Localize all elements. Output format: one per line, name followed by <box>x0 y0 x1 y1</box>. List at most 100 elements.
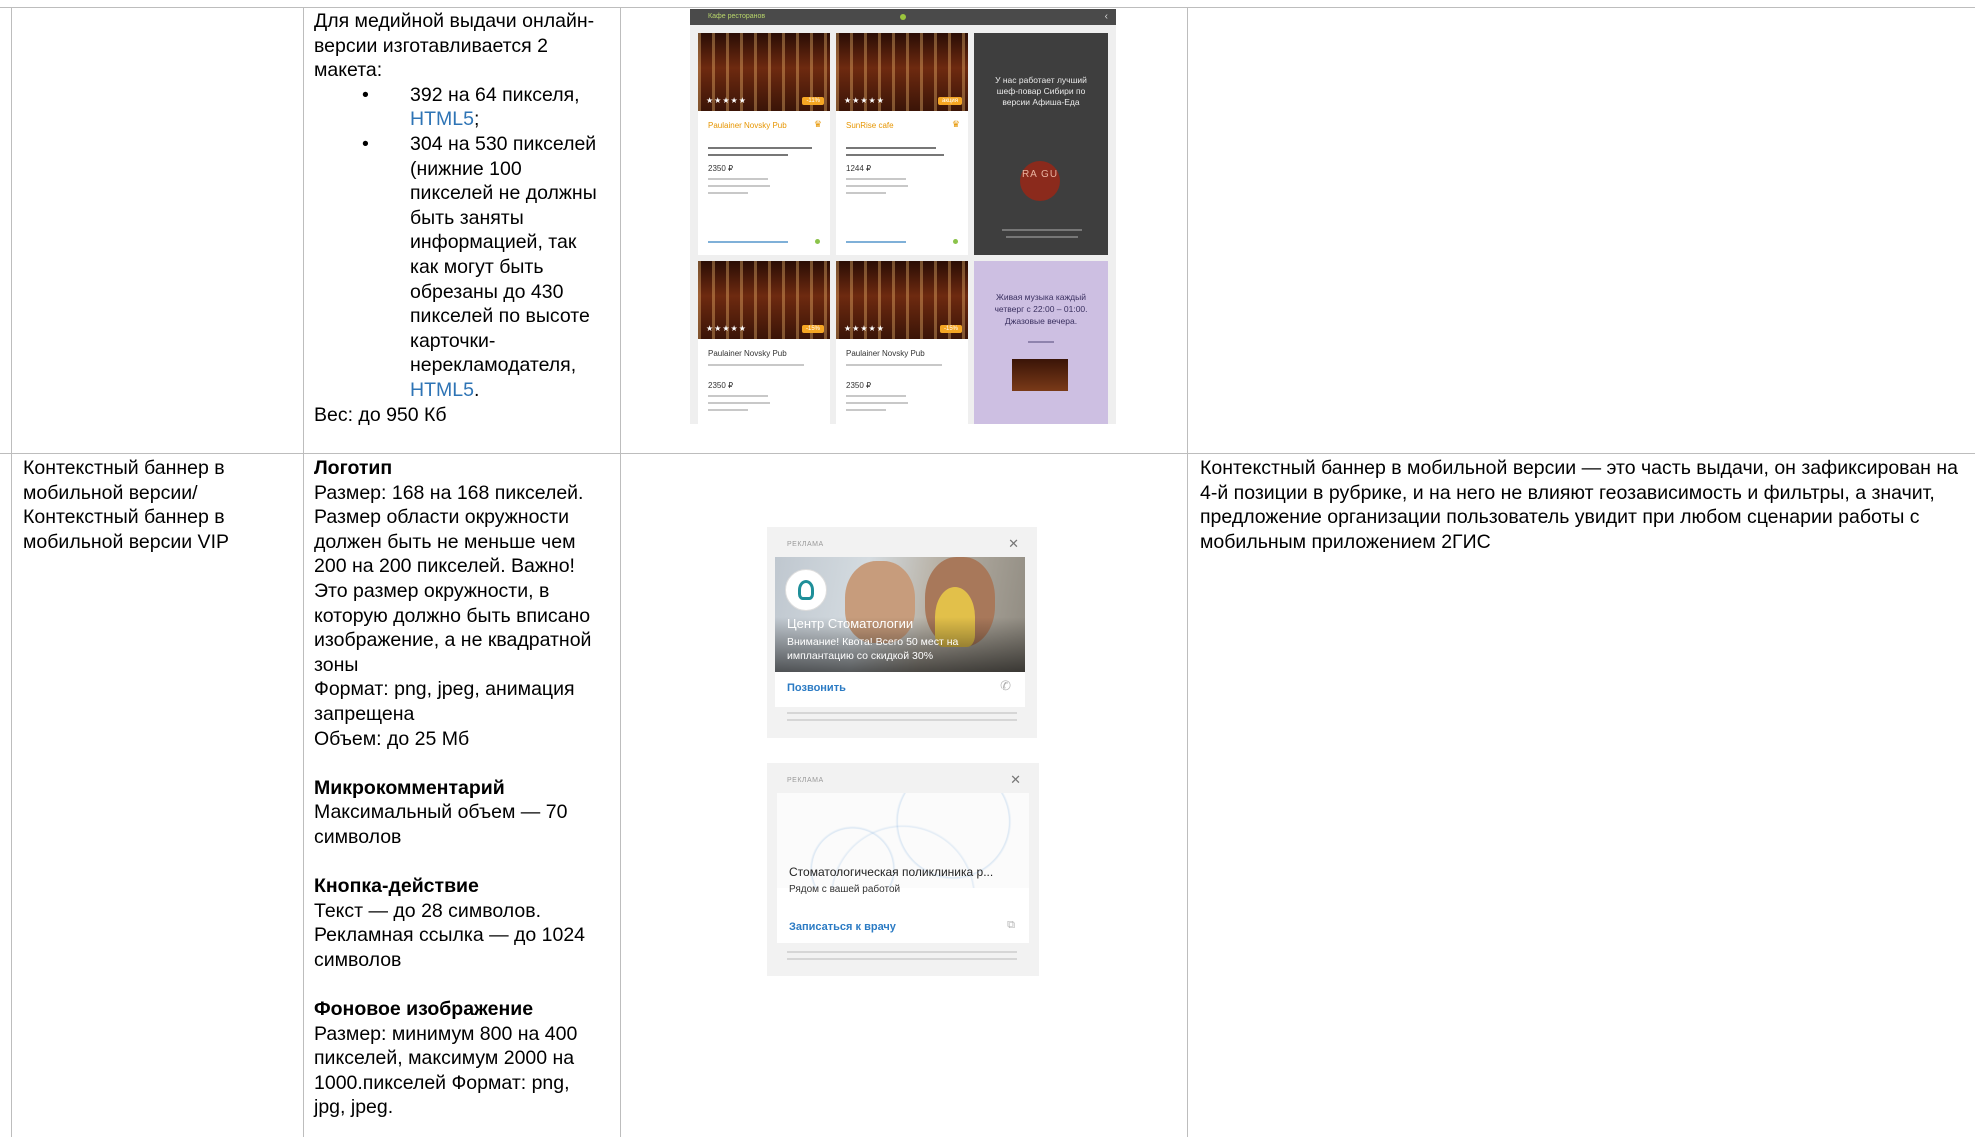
text-line <box>708 364 804 366</box>
restaurant-name: SunRise cafe <box>846 121 894 130</box>
mobile-banner-logo: РЕКЛАМА ✕ Стоматологическая поликлиника … <box>767 763 1039 976</box>
text-line <box>846 178 906 180</box>
format-item-text: 392 на 64 пикселя, <box>410 83 580 106</box>
banner-title: Стоматологическая поликлиника р... <box>789 865 994 879</box>
text-line <box>708 192 748 194</box>
disclaimer-line <box>787 958 1017 960</box>
text-line <box>846 395 906 397</box>
section-heading-action-button: Кнопка-действие <box>314 875 479 898</box>
microcomment-text: Максимальный объем — 70 символов <box>314 801 568 848</box>
text-line <box>846 185 908 187</box>
text-line <box>708 178 768 180</box>
banner-title: Центр Стоматологии <box>787 616 914 631</box>
disclaimer-line <box>787 719 1017 721</box>
discount-badge: -15% <box>939 325 962 333</box>
format-list: 392 на 64 пикселя, HTML5; 304 на 530 пик… <box>314 83 604 403</box>
banner-description: Контекстный баннер в мобильной версии — … <box>1200 457 1958 553</box>
text-line <box>708 147 812 149</box>
banner-card[interactable]: Центр Стоматологии Внимание! Квота! Всег… <box>775 557 1025 707</box>
logo-volume-text: Объем: до 25 Мб <box>314 727 470 750</box>
row2-requirements-cell: Логотип Размер: 168 на 168 пикселей. Раз… <box>314 456 606 1120</box>
section-heading-logo: Логотип <box>314 457 393 479</box>
restaurant-list-mockup: Кафе ресторанов ‹ ★★★★★ -11% Paulainer No… <box>690 9 1116 424</box>
text-line <box>1028 341 1054 343</box>
restaurant-name: Paulainer Novsky Pub <box>846 349 925 358</box>
row2-title-cell: Контекстный баннер в мобильной версии/ К… <box>23 456 293 554</box>
ad-label: РЕКЛАМА <box>787 541 824 548</box>
disclaimer-line <box>787 712 1017 714</box>
table-border-col4 <box>1187 7 1188 1137</box>
banner-subtitle: Рядом с вашей работой <box>789 884 901 895</box>
section-heading-microcomment: Микрокомментарий <box>314 776 505 799</box>
restaurant-photo: ★★★★★ -15% <box>836 261 968 339</box>
text-line <box>708 409 748 411</box>
lilac-ad-banner: Живая музыка каждый четверг с 22:00 – 01… <box>974 261 1108 424</box>
restaurant-price: 2350 ₽ <box>708 164 734 173</box>
text-line <box>708 402 770 404</box>
logo-format-text: Формат: png, jpeg, анимация запрещена <box>314 678 575 725</box>
discount-badge: -11% <box>802 97 824 105</box>
restaurant-price: 2350 ₽ <box>846 381 872 390</box>
html5-link[interactable]: HTML5 <box>410 108 474 130</box>
phone-icon[interactable]: ✆ <box>1000 678 1011 694</box>
discount-badge: акция <box>938 97 962 105</box>
close-icon[interactable]: ✕ <box>1010 772 1021 788</box>
format-item-1: 392 на 64 пикселя, HTML5; <box>314 83 604 132</box>
text-line <box>846 409 886 411</box>
text-line <box>846 192 886 194</box>
address-line <box>846 241 906 243</box>
banner-text: Внимание! Квота! Всего 50 мест на имплан… <box>787 636 959 662</box>
html5-link[interactable]: HTML5 <box>410 379 474 401</box>
section-heading-background: Фоновое изображение <box>314 998 534 1021</box>
action-button-text: Текст — до 28 символов. Рекламная ссылка… <box>314 899 586 971</box>
background-image-text: Размер: минимум 800 на 400 пикселей, мак… <box>314 1022 578 1119</box>
crown-icon: ♛ <box>951 119 960 129</box>
table-border-col2 <box>303 7 304 1137</box>
restaurant-card: ★★★★★ -15% Paulainer Novsky Pub 2350 ₽ <box>698 261 830 424</box>
book-doctor-button[interactable]: Записаться к врачу <box>789 921 896 933</box>
text-line <box>708 395 768 397</box>
mockup-header-title: Кафе ресторанов <box>708 13 766 20</box>
restaurant-name: Paulainer Novsky Pub <box>708 121 787 130</box>
banner-background-image: Центр Стоматологии Внимание! Квота! Всег… <box>775 557 1025 672</box>
table-border-top <box>0 7 1975 8</box>
address-line <box>708 241 788 243</box>
text-line <box>846 402 908 404</box>
dark-ad-text: У нас работает лучший шеф-повар Сибири п… <box>995 75 1087 107</box>
table-border-row <box>0 453 1975 454</box>
text-line <box>1002 229 1082 231</box>
crown-icon: ♛ <box>813 119 822 129</box>
row1-specs-cell: Для медийной выдачи онлайн-версии изгота… <box>314 9 604 427</box>
rating-stars-icon: ★★★★★ <box>844 324 885 333</box>
restaurant-card: ★★★★★ акция SunRise cafe ♛ 1244 ₽ <box>836 33 968 255</box>
banner-card[interactable]: Стоматологическая поликлиника р... Рядом… <box>777 793 1029 943</box>
ragu-logo: RA GU <box>1020 161 1060 201</box>
format-item-text: 304 на 530 пикселей (нижние 100 пикселей… <box>410 132 597 377</box>
restaurant-photo: ★★★★★ -11% <box>698 33 830 111</box>
restaurant-price: 1244 ₽ <box>846 164 872 173</box>
text-line <box>846 364 942 366</box>
banner-type-title: Контекстный баннер в мобильной версии/ К… <box>23 457 229 553</box>
rating-stars-icon: ★★★★★ <box>706 324 747 333</box>
table-border-col3 <box>620 7 621 1137</box>
chevron-left-icon: ‹ <box>1104 11 1108 22</box>
rating-stars-icon: ★★★★★ <box>844 96 885 105</box>
row2-description-cell: Контекстный баннер в мобильной версии — … <box>1200 456 1962 554</box>
call-button[interactable]: Позвонить <box>787 682 846 694</box>
text-line <box>708 154 788 156</box>
table-border-col1 <box>11 7 12 1137</box>
open-status-dot <box>815 239 820 244</box>
text-line <box>1006 236 1078 238</box>
text-line <box>846 154 944 156</box>
format-item-2: 304 на 530 пикселей (нижние 100 пикселей… <box>314 132 604 403</box>
disclaimer-line <box>787 951 1017 953</box>
close-icon[interactable]: ✕ <box>1008 536 1019 552</box>
ad-label: РЕКЛАМА <box>787 777 824 784</box>
dark-ad-banner: У нас работает лучший шеф-повар Сибири п… <box>974 33 1108 255</box>
external-link-icon[interactable]: ⧉ <box>1007 919 1015 932</box>
ad-photo <box>1012 359 1068 391</box>
text-line <box>846 147 936 149</box>
lilac-ad-text: Живая музыка каждый четверг с 22:00 – 01… <box>994 292 1088 326</box>
specs-intro: Для медийной выдачи онлайн-версии изгота… <box>314 10 595 82</box>
text-line <box>708 185 770 187</box>
